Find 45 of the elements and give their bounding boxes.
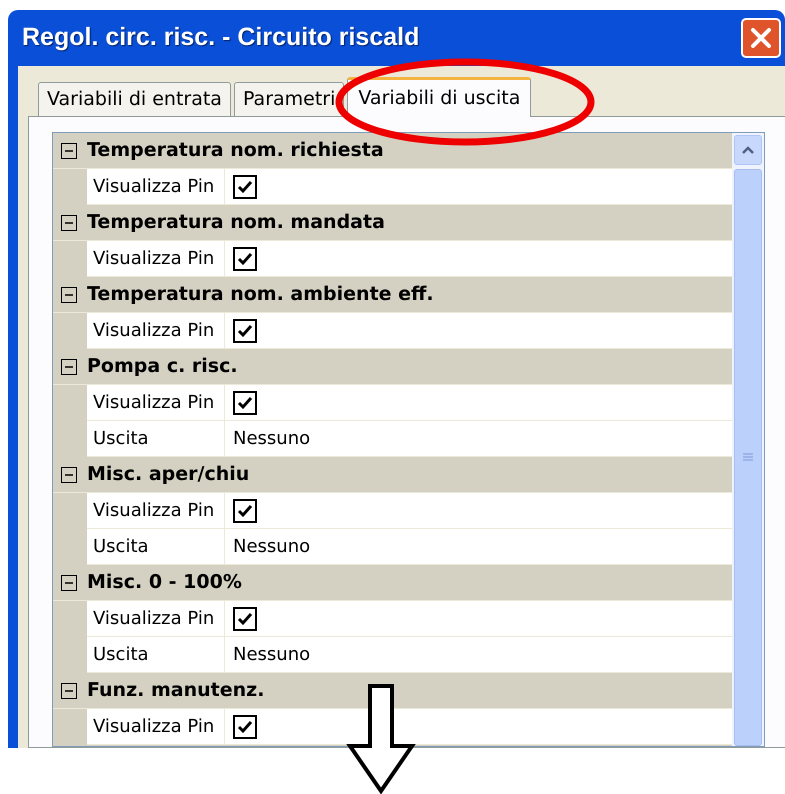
property-label: Uscita (87, 421, 225, 456)
tab[interactable]: Variabili di entrata (38, 82, 231, 116)
property-value[interactable]: Nessuno (233, 533, 310, 560)
checkbox[interactable] (233, 390, 257, 414)
window-title: Regol. circ. risc. - Circuito riscald (22, 22, 420, 54)
property-label: Visualizza Pin (87, 313, 225, 348)
property-label: Uscita (87, 529, 225, 564)
tab[interactable]: Parametri (234, 82, 344, 116)
collapse-icon[interactable] (61, 574, 77, 590)
close-button[interactable] (741, 18, 781, 58)
group-heading: Temperatura nom. mandata (87, 210, 385, 236)
grip-icon (742, 452, 754, 462)
property-label: Visualizza Pin (87, 493, 225, 528)
property-label: Visualizza Pin (87, 241, 225, 276)
collapse-icon[interactable] (61, 682, 77, 698)
collapse-icon[interactable] (61, 358, 77, 374)
group-heading: Temperatura nom. ambiente eff. (87, 282, 434, 308)
property-value[interactable]: Nessuno (233, 425, 310, 452)
collapse-icon[interactable] (61, 466, 77, 482)
scroll-thumb[interactable] (734, 169, 762, 746)
checkbox[interactable] (233, 606, 257, 630)
checkbox[interactable] (233, 714, 257, 738)
group-heading: Misc. aper/chiu (87, 462, 250, 488)
checkbox[interactable] (233, 246, 257, 270)
property-label: Visualizza Pin (87, 709, 225, 744)
property-label: Visualizza Pin (87, 601, 225, 636)
collapse-icon[interactable] (61, 286, 77, 302)
collapse-icon[interactable] (61, 142, 77, 158)
chevron-up-icon (741, 145, 755, 155)
group-heading: Temperatura nom. richiesta (87, 138, 384, 164)
property-label: Visualizza Pin (87, 385, 225, 420)
checkbox[interactable] (233, 174, 257, 198)
group-heading: Funz. manutenz. (87, 678, 264, 704)
checkbox[interactable] (233, 318, 257, 342)
close-icon (749, 26, 773, 50)
scroll-up-button[interactable] (734, 135, 762, 165)
scrollbar[interactable] (732, 133, 764, 746)
collapse-icon[interactable] (61, 214, 77, 230)
checkbox[interactable] (233, 498, 257, 522)
tab[interactable]: Variabili di uscita (347, 77, 532, 117)
property-label: Uscita (87, 637, 225, 672)
group-heading: Misc. 0 - 100% (87, 570, 242, 596)
group-heading: Pompa c. risc. (87, 354, 238, 380)
property-label: Visualizza Pin (87, 169, 225, 204)
property-value[interactable]: Nessuno (233, 641, 310, 668)
